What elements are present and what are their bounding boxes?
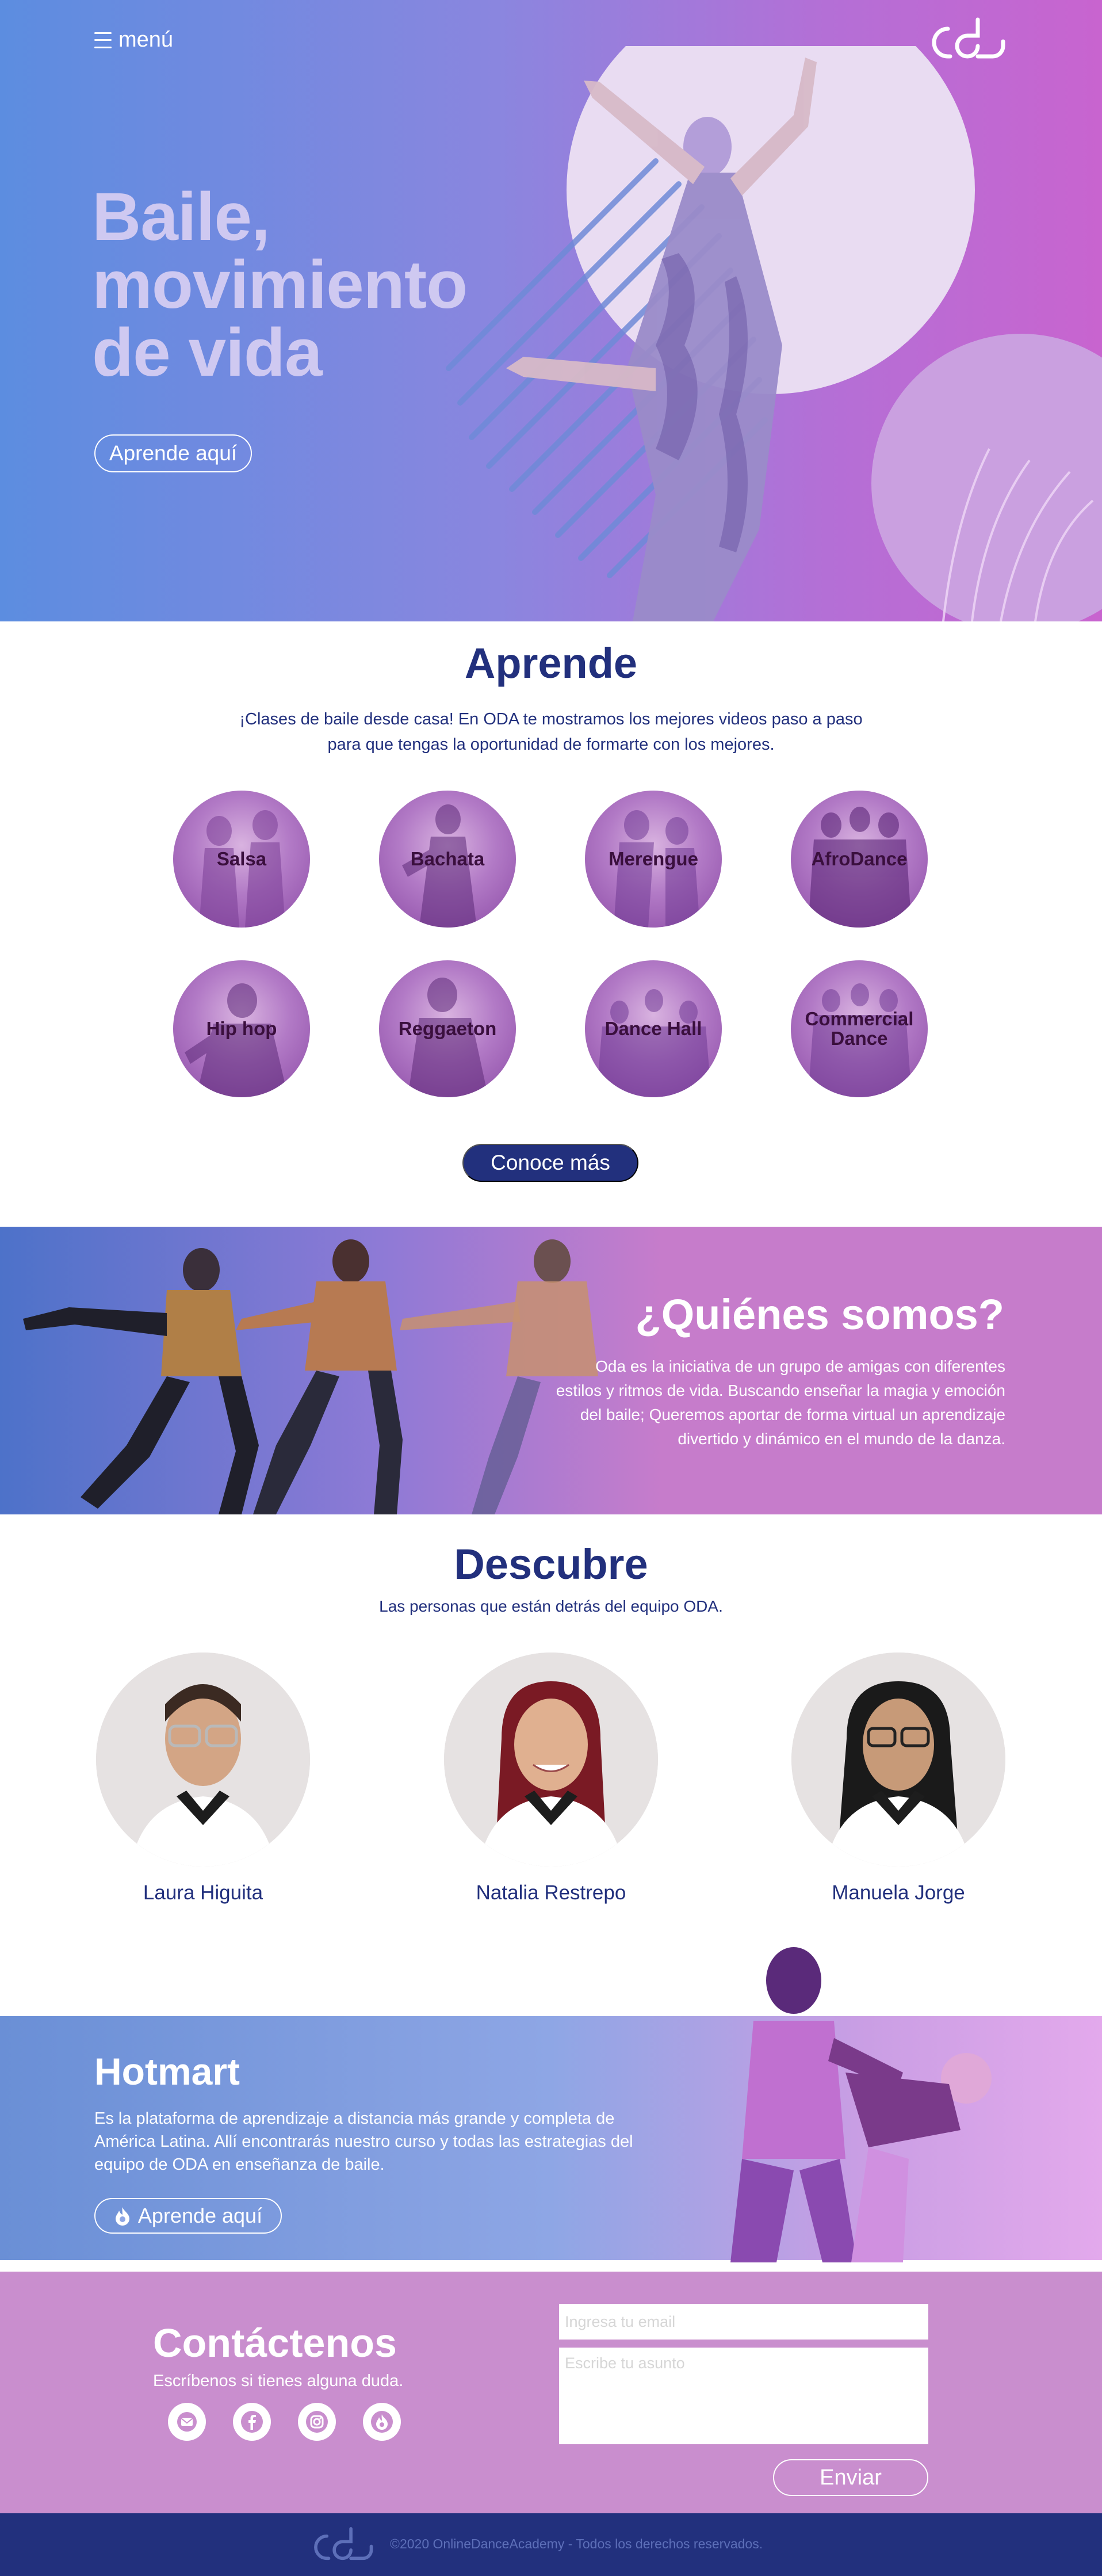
hero-aprende-button[interactable]: Aprende aquí bbox=[94, 434, 252, 472]
dance-style-hip-hop[interactable]: Hip hop bbox=[173, 960, 310, 1097]
instagram-icon[interactable] bbox=[298, 2403, 336, 2441]
aprende-title: Aprende bbox=[464, 639, 638, 687]
oda-logo-icon[interactable] bbox=[925, 16, 1008, 63]
contact-title: Contáctenos bbox=[153, 2321, 397, 2365]
hotmart-aprende-button[interactable]: Aprende aquí bbox=[94, 2198, 282, 2234]
hotmart-flame-icon bbox=[115, 2207, 129, 2226]
team-member-name: Manuela Jorge bbox=[832, 1882, 965, 1904]
contact-section bbox=[0, 2272, 1102, 2513]
dance-style-label: AfroDance bbox=[811, 848, 908, 869]
dance-style-reggaeton[interactable]: Reggaeton bbox=[379, 960, 516, 1097]
hero-title: Baile, movimiento de vida bbox=[92, 183, 529, 387]
dance-style-bachata[interactable]: Bachata bbox=[379, 791, 516, 928]
dance-style-label: Merengue bbox=[609, 848, 698, 869]
dance-style-label: Hip hop bbox=[206, 1018, 277, 1039]
team-member-name: Natalia Restrepo bbox=[476, 1882, 626, 1904]
email-field[interactable] bbox=[559, 2304, 928, 2340]
team-member-card: Laura Higuita bbox=[96, 1653, 310, 1905]
hero-dancer-illustration bbox=[446, 46, 1102, 621]
dance-style-merengue[interactable]: Merengue bbox=[585, 791, 722, 928]
quienes-somos-title: ¿Quiénes somos? bbox=[635, 1291, 1004, 1338]
aprende-description: ¡Clases de baile desde casa! En ODA te m… bbox=[239, 710, 863, 754]
avatar bbox=[96, 1653, 310, 1867]
dance-style-label: Dance Hall bbox=[604, 1018, 702, 1039]
conoce-mas-button[interactable]: Conoce más bbox=[462, 1144, 638, 1182]
quienes-dancers-photo bbox=[23, 1239, 598, 1514]
avatar bbox=[791, 1653, 1005, 1867]
descubre-subtitle: Las personas que están detrás del equipo… bbox=[379, 1597, 723, 1615]
avatar bbox=[444, 1653, 658, 1867]
hero-title-line: de vida bbox=[92, 315, 323, 391]
dance-style-salsa[interactable]: Salsa bbox=[173, 791, 310, 928]
team-member-card: Manuela Jorge bbox=[791, 1653, 1005, 1905]
team-member-name: Laura Higuita bbox=[143, 1882, 263, 1904]
team-member-card: Natalia Restrepo bbox=[444, 1653, 658, 1905]
contact-subtitle: Escríbenos si tienes alguna duda. bbox=[153, 2372, 404, 2390]
mail-icon[interactable] bbox=[168, 2403, 206, 2441]
hero-title-line: Baile, bbox=[92, 179, 270, 255]
hotmart-couple-photo bbox=[730, 1947, 992, 2262]
menu-button[interactable]: menú bbox=[94, 28, 173, 52]
descubre-title: Descubre bbox=[454, 1540, 648, 1588]
hotmart-text: Es la plataforma de aprendizaje a distan… bbox=[94, 2109, 633, 2174]
quienes-somos-text: Oda es la iniciativa de un grupo de amig… bbox=[556, 1357, 1005, 1448]
oda-logo-icon[interactable] bbox=[308, 2526, 375, 2564]
dance-style-label: Commercial Dance bbox=[805, 1008, 914, 1049]
dance-style-label: Reggaeton bbox=[398, 1018, 497, 1039]
facebook-icon[interactable] bbox=[233, 2403, 271, 2441]
dance-style-label: Bachata bbox=[410, 848, 485, 869]
dance-style-dance-hall[interactable]: Dance Hall bbox=[585, 960, 722, 1097]
enviar-button[interactable]: Enviar bbox=[773, 2459, 928, 2496]
menu-label: menú bbox=[118, 28, 174, 52]
dance-style-commercial-dance[interactable]: Commercial Dance bbox=[791, 960, 928, 1097]
dance-style-afrodance[interactable]: AfroDance bbox=[791, 791, 928, 928]
hero-section: menú Baile, movimiento de vida Aprende a… bbox=[0, 0, 1102, 621]
hotmart-icon[interactable] bbox=[363, 2403, 401, 2441]
hotmart-title: Hotmart bbox=[94, 2050, 240, 2093]
dance-style-label: Salsa bbox=[216, 848, 267, 869]
hamburger-icon bbox=[94, 32, 112, 48]
hero-title-line: movimiento bbox=[92, 247, 468, 323]
footer-copyright: ©2020 OnlineDanceAcademy - Todos los der… bbox=[390, 2536, 763, 2551]
hotmart-cta-label: Aprende aquí bbox=[137, 2204, 263, 2227]
subject-field[interactable] bbox=[559, 2348, 928, 2444]
quienes-somos-section: ¿Quiénes somos? Oda es la iniciativa de … bbox=[0, 1227, 1102, 1514]
